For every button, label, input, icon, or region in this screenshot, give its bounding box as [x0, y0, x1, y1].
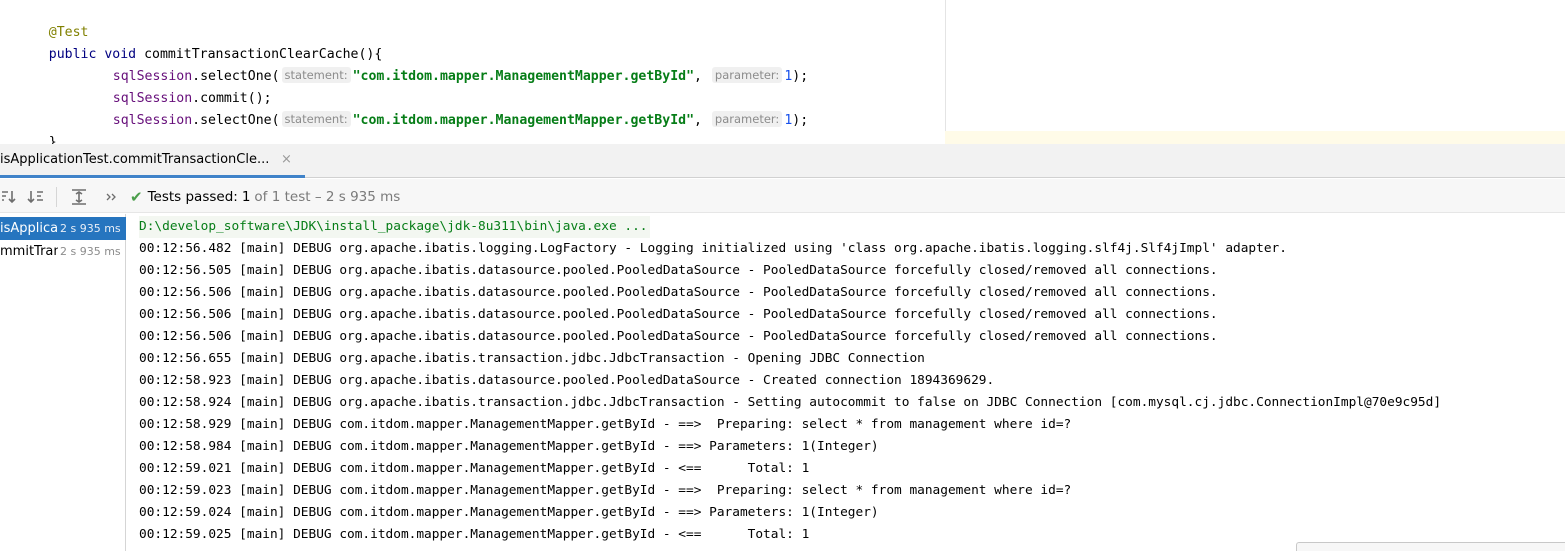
sort-duration-icon[interactable] [27, 188, 45, 206]
console-line: 00:12:56.505 [main] DEBUG org.apache.iba… [139, 263, 1218, 278]
test-runner-toolbar: ✔ Tests passed: 1 of 1 test – 2 s 935 ms [0, 179, 1565, 213]
code-line-5[interactable]: sqlSession.selectOne(statement: "com.itdo… [81, 88, 808, 128]
expand-all-icon[interactable] [70, 188, 88, 206]
more-chevron-icon[interactable] [103, 188, 121, 206]
test-tree-item-name: isApplica [0, 221, 58, 236]
test-tree-item-class[interactable]: isApplica 2 s 935 ms [0, 217, 126, 240]
run-tab[interactable]: isApplicationTest.commitTransactionCle..… [0, 144, 305, 178]
closing-brace: } [48, 135, 57, 144]
corner-popup-edge [1296, 542, 1565, 551]
param-hint-parameter: parameter: [711, 111, 783, 127]
param-hint-statement: statement: [281, 67, 351, 83]
code-line-4[interactable]: sqlSession.commit(); [81, 66, 272, 106]
editor-bottom-highlight [945, 131, 1565, 144]
console-line: 00:12:59.023 [main] DEBUG com.itdom.mapp… [139, 483, 1072, 498]
param-hint-parameter: parameter: [711, 67, 783, 83]
field-sqlsession: sqlSession [112, 113, 193, 128]
console-output[interactable]: D:\develop_software\JDK\install_package\… [127, 214, 1565, 551]
call-tail: ); [792, 113, 809, 128]
param-hint-statement: statement: [281, 111, 351, 127]
test-status: ✔ Tests passed: 1 of 1 test – 2 s 935 ms [130, 187, 400, 207]
test-tree-item-name: mmitTran [0, 244, 58, 259]
code-line-2[interactable]: public void commitTransactionClearCache(… [17, 22, 383, 62]
test-tree-item-duration: 2 s 935 ms [60, 245, 121, 258]
string-literal: "com.itdom.mapper.ManagementMapper.getBy… [352, 69, 695, 84]
sort-alpha-icon[interactable] [0, 188, 18, 206]
call-tail: ); [792, 69, 809, 84]
test-tree-item-method[interactable]: mmitTran2 s 935 ms [0, 240, 126, 263]
console-line: 00:12:56.506 [main] DEBUG org.apache.iba… [139, 285, 1218, 300]
tests-passed-label: Tests passed: [147, 189, 238, 205]
console-line: 00:12:59.024 [main] DEBUG com.itdom.mapp… [139, 505, 879, 520]
console-line: 00:12:56.506 [main] DEBUG org.apache.iba… [139, 307, 1218, 322]
code-line-1[interactable]: @Test [17, 0, 89, 40]
console-line: 00:12:58.984 [main] DEBUG com.itdom.mapp… [139, 439, 879, 454]
console-command-line[interactable]: D:\develop_software\JDK\install_package\… [139, 216, 650, 238]
code-line-6[interactable]: } [17, 110, 57, 144]
test-tree-item-duration: 2 s 935 ms [60, 222, 121, 235]
console-line: 00:12:56.506 [main] DEBUG org.apache.iba… [139, 329, 1218, 344]
check-icon: ✔ [130, 188, 143, 206]
console-line: 00:12:56.482 [main] DEBUG org.apache.iba… [139, 241, 1287, 256]
run-tab-bar: isApplicationTest.commitTransactionCle..… [0, 144, 1565, 178]
comma: , [694, 69, 702, 84]
console-line: 00:12:58.929 [main] DEBUG com.itdom.mapp… [139, 417, 1072, 432]
run-tool-window: isApplicationTest.commitTransactionCle..… [0, 144, 1565, 551]
run-tab-label: isApplicationTest.commitTransactionCle..… [0, 152, 270, 167]
console-line: 00:12:59.021 [main] DEBUG com.itdom.mapp… [139, 461, 810, 476]
method-call: .selectOne( [192, 113, 280, 128]
right-margin-guide [945, 0, 946, 131]
tests-passed-detail: of 1 test – 2 s 935 ms [254, 189, 401, 205]
console-line: 00:12:59.025 [main] DEBUG com.itdom.mapp… [139, 527, 810, 542]
console-line: 00:12:58.923 [main] DEBUG org.apache.iba… [139, 373, 995, 388]
code-editor[interactable]: @Test public void commitTransactionClear… [0, 0, 1565, 144]
tests-passed-count: 1 [241, 189, 251, 205]
console-line: 00:12:56.655 [main] DEBUG org.apache.iba… [139, 351, 925, 366]
code-line-3[interactable]: sqlSession.selectOne(statement: "com.itdo… [81, 44, 808, 84]
close-icon[interactable]: × [281, 152, 292, 167]
string-literal: "com.itdom.mapper.ManagementMapper.getBy… [352, 113, 695, 128]
comma: , [694, 113, 702, 128]
toolbar-separator [56, 187, 57, 207]
test-tree: isApplica 2 s 935 ms mmitTran2 s 935 ms [0, 214, 126, 551]
console-line: 00:12:58.924 [main] DEBUG org.apache.iba… [139, 395, 1442, 410]
